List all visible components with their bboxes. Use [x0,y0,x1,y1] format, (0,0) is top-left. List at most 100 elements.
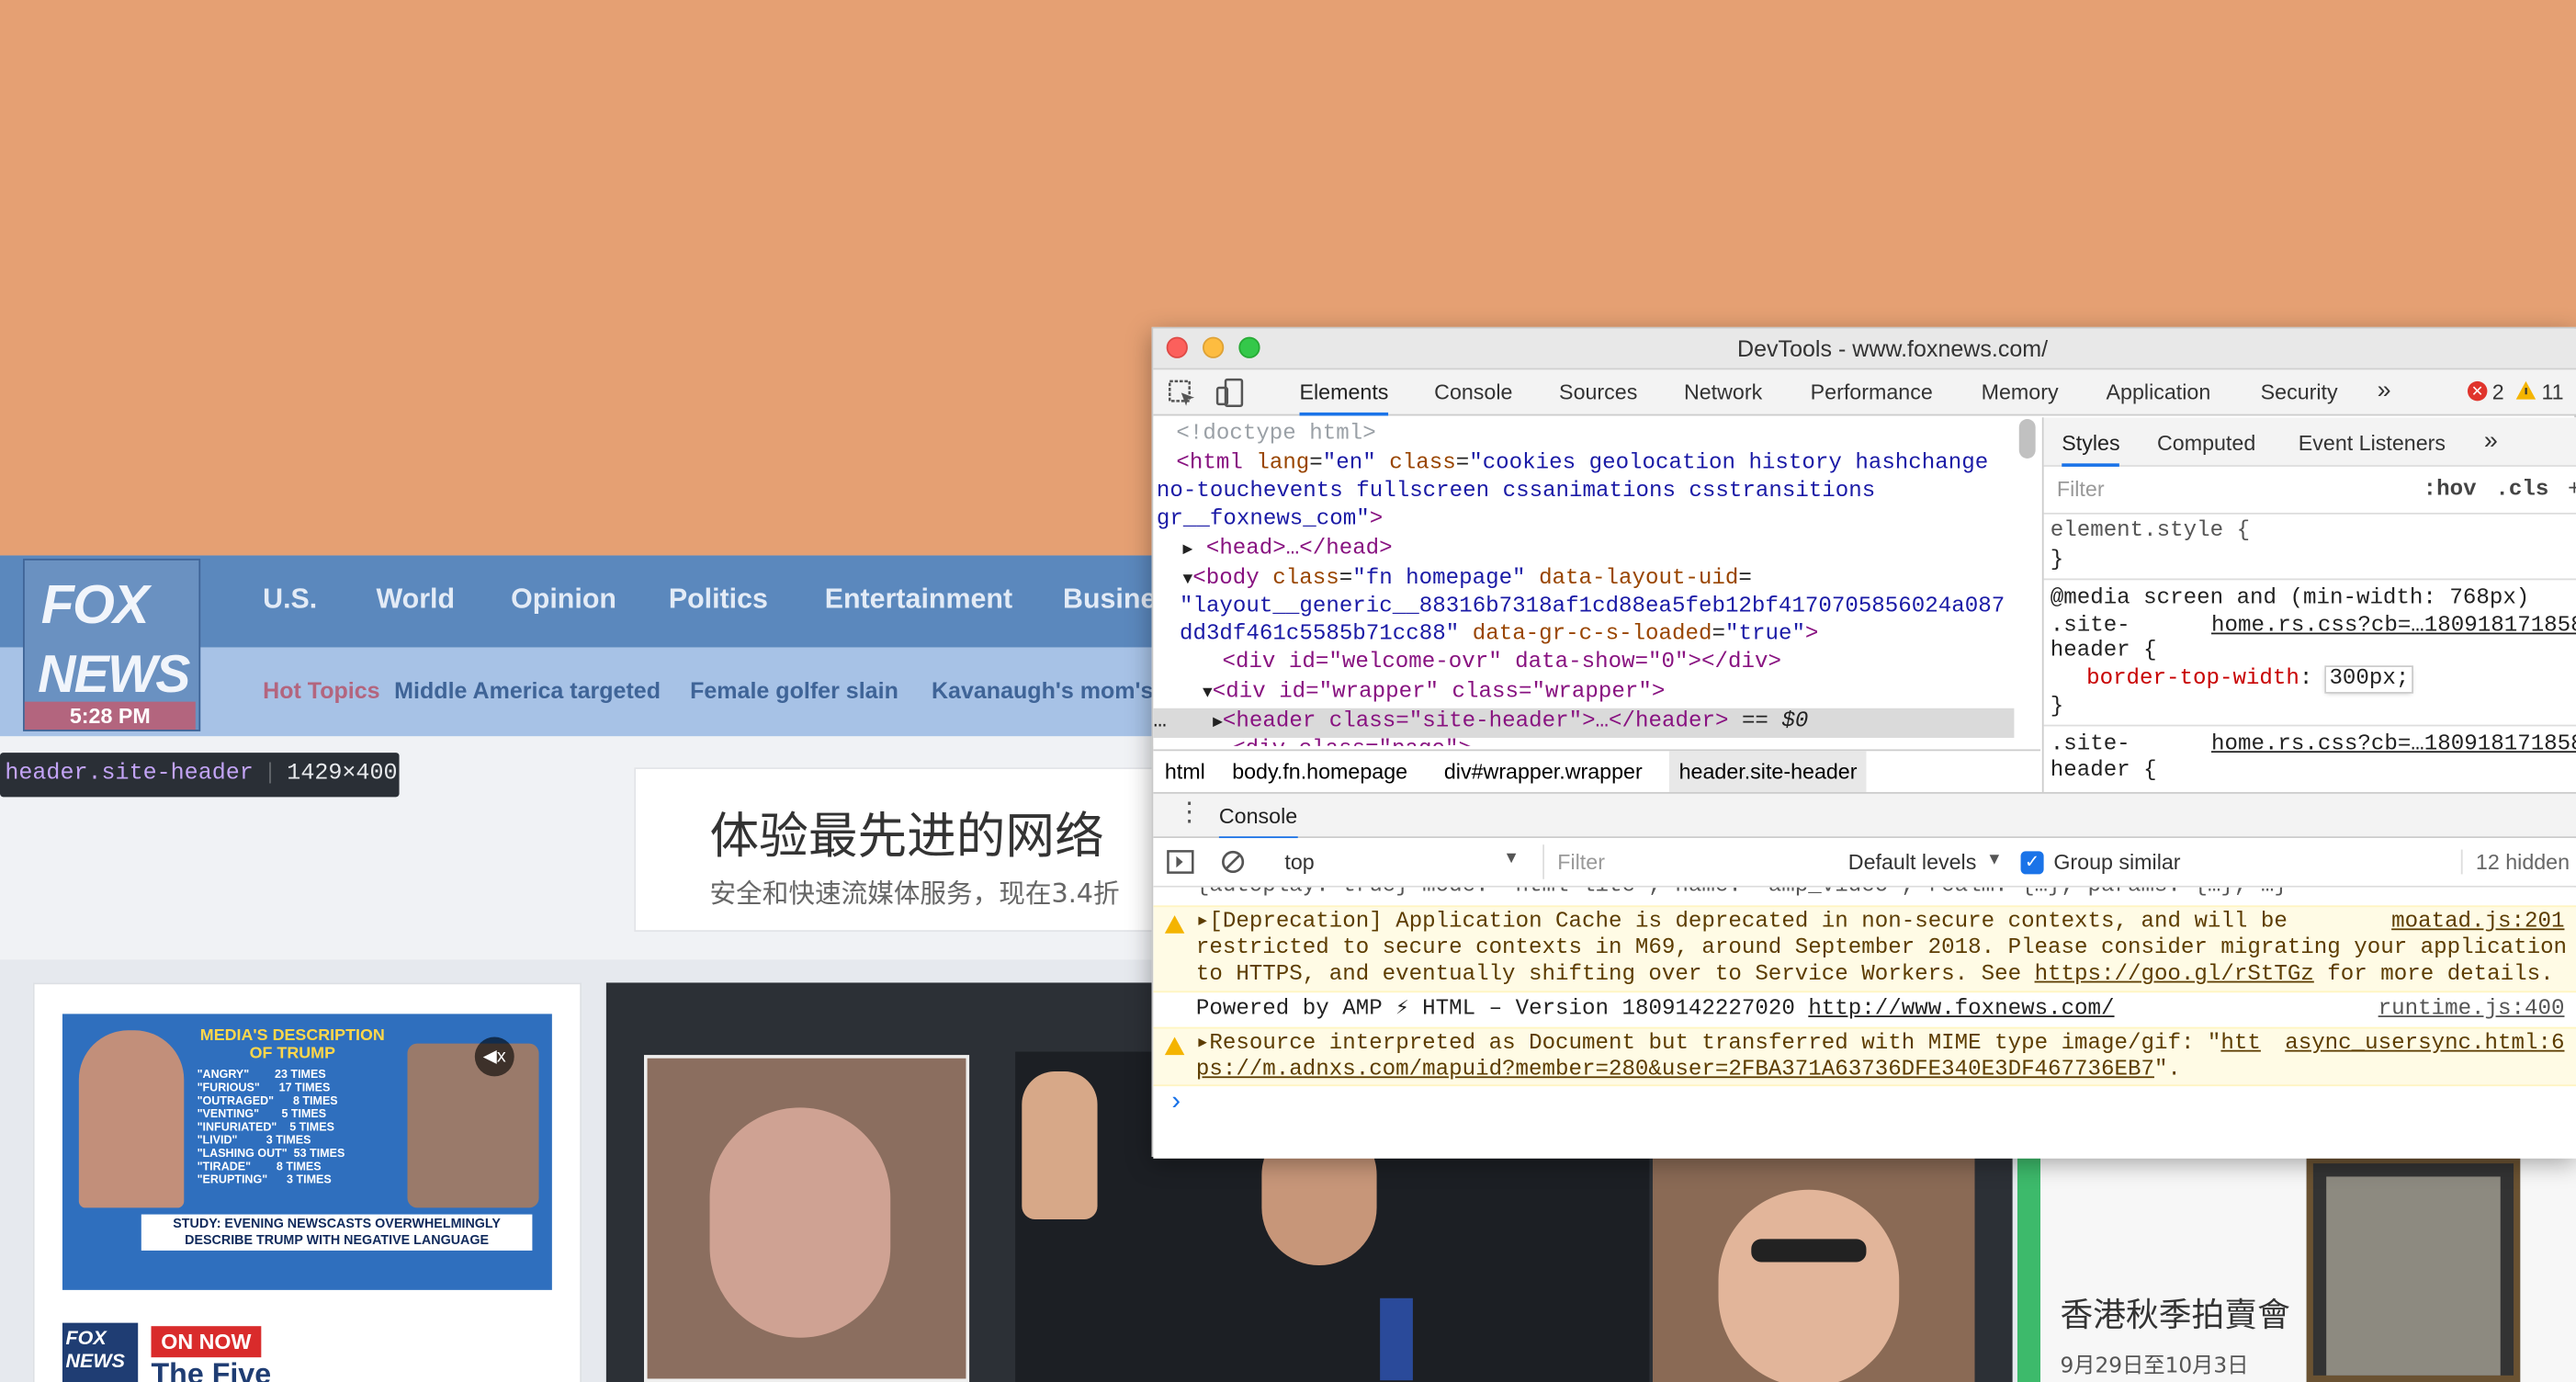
chevron-down-icon[interactable]: ▼ [1503,850,1520,868]
nav-world[interactable]: World [377,583,456,617]
devtools-titlebar[interactable]: DevTools - www.foxnews.com/ [1153,328,2576,370]
css-value-editor[interactable]: 300px; [2325,667,2412,692]
group-similar-checkbox[interactable]: ✓ [2020,851,2044,875]
breadcrumb-item[interactable]: body.fn.homepage [1232,759,1407,784]
rule-selector[interactable]: .site- [2051,733,2130,758]
nav-entertainment[interactable]: Entertainment [825,583,1012,617]
dom-doctype[interactable]: <!doctype html> [1176,421,1375,449]
warning-icon [1164,915,1185,934]
ad-headline: 体验最先进的网络 [709,808,1104,867]
dom-body-node[interactable]: ▼<body class="fn homepage" data-layout-u… [1183,565,1752,595]
dom-html-node[interactable]: <html lang="en" class="cookies geolocati… [1176,450,1988,479]
ad-subtext: 安全和快速流媒体服务，现在3.4折 [709,877,1120,909]
error-icon[interactable]: ✕ [2467,380,2488,402]
new-rule-plus-icon[interactable]: + [2568,478,2576,503]
dom-page-node[interactable]: <div class="page"> [1232,736,1472,746]
nav-politics[interactable]: Politics [669,583,768,617]
console-output[interactable]: {autoplay: true} mode: "html-lite", name… [1153,887,2576,1159]
dom-html-class-cont: no-touchevents fullscreen cssanimations … [1156,480,1876,505]
tooltip-size: 1429×400 [287,761,398,787]
hot-topic-link[interactable]: Female golfer slain [690,677,898,704]
console-prompt[interactable]: › [1168,1090,1183,1116]
tab-sources[interactable]: Sources [1559,379,1637,404]
warning-url-link[interactable]: ps://m.adnxs.com/mapuid?member=280&user=… [1196,1059,2154,1083]
inspect-element-icon[interactable] [1168,379,1197,409]
nav-us[interactable]: U.S. [263,583,317,617]
mute-icon[interactable]: ◀x [474,1036,514,1077]
more-panes-chevron-icon[interactable]: » [2484,427,2498,455]
warning-help-link[interactable]: https://goo.gl/rStTGz [2035,963,2314,988]
tab-performance[interactable]: Performance [1811,379,1933,404]
ad-banner[interactable]: 体验最先进的网络 安全和快速流媒体服务，现在3.4折 [634,767,1193,932]
rule-selector[interactable]: .site- [2051,615,2130,640]
css-declaration[interactable]: border-top-width: 300px; [2086,667,2412,692]
nav-opinion[interactable]: Opinion [511,583,616,617]
warning-count[interactable]: 11 [2541,379,2563,404]
dom-wrapper-node[interactable]: ▼<div id="wrapper" class="wrapper"> [1203,679,1665,709]
tab-event-listeners[interactable]: Event Listeners [2299,431,2446,456]
rule-close: } [2050,549,2064,574]
dom-scrollbar[interactable] [2018,419,2036,459]
chevron-down-icon[interactable]: ▼ [1986,851,2003,869]
warning-source-link[interactable]: moatad.js:201 [2391,911,2564,936]
dom-header-node[interactable]: … ▶<header class="site-header">…</header… [1153,708,1808,739]
video-thumbnail[interactable]: MEDIA'S DESCRIPTION OF TRUMP "ANGRY" 23 … [62,1014,552,1290]
hov-toggle[interactable]: :hov [2423,478,2477,503]
hero-photo-senator [643,1055,970,1382]
error-count[interactable]: 2 [2492,379,2504,404]
hero-photo-woman [1652,1156,1975,1382]
drawer-menu-icon[interactable]: ⋮ [1176,799,1203,828]
console-toolbar: top ▼ Filter Default levels ▼ ✓ Group si… [1153,838,2576,888]
console-warning: ▸Resource interpreted as Document but tr… [1153,1026,2576,1087]
tab-network[interactable]: Network [1684,379,1762,404]
dom-welcome-node[interactable]: <div id="welcome-ovr" data-show="0"></di… [1222,649,1780,677]
hot-topic-link[interactable]: Kavanaugh's mom's ru [932,677,1182,704]
dom-head-node[interactable]: ▶ <head>…</head> [1183,536,1393,566]
cls-toggle[interactable]: .cls [2495,478,2548,503]
drawer-tab-console[interactable]: Console [1218,804,1298,840]
warning-source-link[interactable]: async_usersync.html:6 [2285,1032,2564,1058]
video-guest-image [407,1043,539,1208]
devtools-title: DevTools - www.foxnews.com/ [1737,334,2049,362]
styles-filter-bar: Filter :hov .cls + [2043,469,2576,515]
tab-computed[interactable]: Computed [2157,431,2255,456]
dom-tree[interactable]: <!doctype html> <html lang="en" class="c… [1153,417,2041,746]
breadcrumb-item-active[interactable]: header.site-header [1668,751,1868,794]
hot-topic-link[interactable]: Middle America targeted [394,677,661,704]
warning-icon[interactable] [2515,379,2536,401]
dom-body-uid-end: dd3df461c5585b71cc88" data-gr-c-s-loaded… [1179,622,1819,648]
context-select[interactable]: top [1284,850,1314,875]
tab-elements[interactable]: Elements [1299,379,1389,416]
rule-source-link[interactable]: home.rs.css?cb=…180918171858 [2211,733,2576,758]
device-toolbar-icon[interactable] [1215,378,1245,407]
tab-security[interactable]: Security [2261,379,2338,404]
element-style-rule[interactable]: element.style { [2051,519,2250,544]
auction-dates: 9月29日至10月3日 [2060,1354,2249,1379]
breadcrumb-item[interactable]: html [1165,759,1205,784]
show-logo: FOX NEWS [62,1322,139,1382]
devtools-tabbar: Elements Console Sources Network Perform… [1153,369,2576,416]
rule-source-link[interactable]: home.rs.css?cb=…180918171858 [2211,615,2576,640]
tab-console[interactable]: Console [1434,379,1512,404]
breadcrumb-item[interactable]: div#wrapper.wrapper [1444,759,1643,784]
auction-ad[interactable]: 香港秋季拍賣會 9月29日至10月3日 [2040,1156,2576,1382]
tab-styles[interactable]: Styles [2062,431,2120,467]
tab-application[interactable]: Application [2107,379,2211,404]
nav-business[interactable]: Busine [1063,583,1156,617]
styles-pane: Styles Computed Event Listeners » Filter… [2041,417,2576,792]
warning-text: restricted to secure contexts in M69, ar… [1195,936,2568,962]
fox-news-logo[interactable]: FOX NEWS 5:28 PM [23,559,201,731]
log-source-link[interactable]: runtime.js:400 [2378,998,2565,1024]
styles-filter-input[interactable]: Filter [2051,477,2402,506]
warning-text: ps://m.adnxs.com/mapuid?member=280&user=… [1195,1058,2181,1083]
tab-memory[interactable]: Memory [1982,379,2059,404]
clear-console-icon[interactable] [1221,850,1246,875]
console-filter-input[interactable]: Filter [1542,844,1832,879]
log-url-link[interactable]: http://www.foxnews.com/ [1808,998,2114,1023]
log-levels-select[interactable]: Default levels [1848,850,1977,875]
show-title[interactable]: The Five [152,1357,272,1382]
logo-time: 5:28 PM [24,701,196,731]
more-tabs-chevron-icon[interactable]: » [2378,377,2391,404]
sidebar-toggle-icon[interactable] [1167,850,1194,875]
auction-artwork-image [2306,1156,2521,1382]
